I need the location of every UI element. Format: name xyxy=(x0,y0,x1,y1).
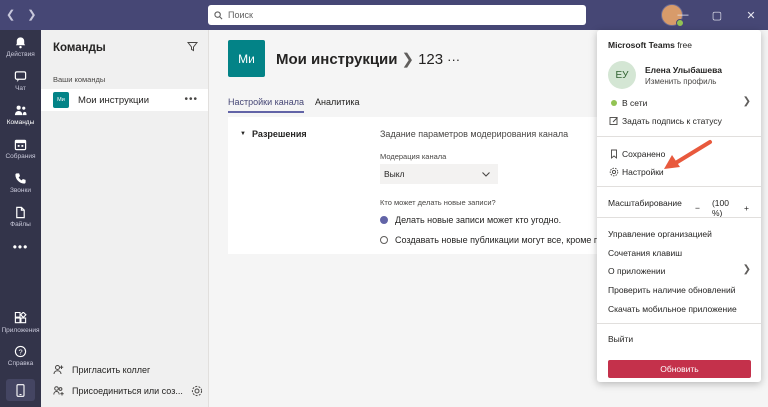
bookmark-icon xyxy=(611,149,617,159)
moderation-dropdown[interactable]: Выкл xyxy=(380,164,498,184)
team-large-avatar: Ми xyxy=(228,40,265,77)
chat-icon xyxy=(14,71,27,83)
set-status-message-item[interactable]: Задать подпись к статусу xyxy=(608,116,722,126)
section-label: Ваши команды xyxy=(53,75,106,84)
radio-option-anyone[interactable]: Делать новые записи может кто угодно. xyxy=(380,215,561,225)
divider xyxy=(597,323,761,324)
appbar-calls[interactable]: Звонки xyxy=(0,172,41,194)
divider xyxy=(597,186,761,187)
permissions-header[interactable]: ▼ Разрешения xyxy=(240,129,307,139)
join-team-icon xyxy=(53,386,64,396)
pane-title: Команды xyxy=(53,42,106,54)
appbar-meetings[interactable]: Собрания xyxy=(0,138,41,160)
zoom-out-icon[interactable]: − xyxy=(695,203,700,213)
chevron-right-icon: ❯ xyxy=(401,51,415,68)
team-title[interactable]: Мои инструкции xyxy=(276,51,398,68)
minimize-icon[interactable]: — xyxy=(666,0,700,30)
manage-org-item[interactable]: Управление организацией xyxy=(608,229,712,239)
close-icon[interactable]: ✕ xyxy=(734,0,768,30)
svg-text:?: ? xyxy=(18,347,22,356)
channel-name: 123 xyxy=(418,51,444,68)
calendar-icon xyxy=(14,139,27,151)
avatar[interactable]: ЕУ xyxy=(608,61,636,89)
settings-item[interactable]: Настройки xyxy=(608,167,664,177)
appbar-apps[interactable]: Приложения xyxy=(0,312,41,334)
divider xyxy=(597,136,761,137)
appbar-help[interactable]: ? Справка xyxy=(0,345,41,367)
check-updates-item[interactable]: Проверить наличие обновлений xyxy=(608,285,735,295)
update-button[interactable]: Обновить xyxy=(608,360,751,378)
tab-analytics[interactable]: Аналитика xyxy=(315,97,360,113)
tab-bar: Настройки канала Аналитика xyxy=(228,97,371,113)
bell-icon xyxy=(15,37,26,49)
apps-icon xyxy=(14,312,27,324)
caret-down-icon: ▼ xyxy=(240,131,246,137)
about-item[interactable]: О приложении xyxy=(608,266,665,276)
forward-arrow-icon[interactable]: ❯ xyxy=(27,9,36,21)
download-mobile-item[interactable]: Скачать мобильное приложение xyxy=(608,304,737,314)
phone-icon xyxy=(15,173,26,184)
sign-out-item[interactable]: Выйти xyxy=(608,334,633,344)
search-icon xyxy=(214,10,223,19)
files-icon xyxy=(16,206,25,219)
permissions-description: Задание параметров модерирования канала xyxy=(380,129,569,139)
appbar-activity[interactable]: Действия xyxy=(0,36,41,58)
edit-icon xyxy=(609,117,618,125)
maximize-icon[interactable]: ▢ xyxy=(700,0,734,30)
channel-more-icon[interactable]: ··· xyxy=(447,52,460,67)
zoom-in-icon[interactable]: + xyxy=(744,203,749,213)
divider xyxy=(597,217,761,218)
search-input[interactable]: Поиск xyxy=(208,5,586,25)
tab-channel-settings[interactable]: Настройки канала xyxy=(228,97,305,113)
gear-icon xyxy=(609,167,619,177)
keyboard-shortcuts-item[interactable]: Сочетания клавиш xyxy=(608,248,682,258)
join-create-team-link[interactable]: Присоединиться или соз... xyxy=(53,385,183,396)
filter-icon[interactable] xyxy=(187,41,198,52)
appbar-files[interactable]: Файлы xyxy=(0,206,41,228)
settings-card: ▼ Разрешения Задание параметров модериро… xyxy=(228,117,611,254)
channel-header: Мои инструкции ❯ 123 ··· xyxy=(276,50,460,68)
edit-profile-link[interactable]: Изменить профиль xyxy=(645,77,716,86)
who-can-post-label: Кто может делать новые записи? xyxy=(380,198,496,207)
user-name: Елена Улыбашева xyxy=(645,65,722,75)
app-name: Microsoft Teams free xyxy=(608,40,692,50)
title-bar: ❮ ❯ Поиск — ▢ ✕ xyxy=(0,0,768,30)
mobile-device-icon[interactable] xyxy=(6,379,35,401)
window-controls: — ▢ ✕ xyxy=(666,0,768,30)
app-bar: Действия Чат Команды Собрания Звонки Фай… xyxy=(0,30,41,407)
team-name: Мои инструкции xyxy=(78,94,150,106)
chevron-down-icon xyxy=(482,172,490,177)
about-chevron-icon: ❯ xyxy=(742,264,751,275)
annotation-arrow-icon xyxy=(664,140,712,169)
teams-pane: Команды Ваши команды Ми Мои инструкции •… xyxy=(41,30,209,407)
team-avatar: Ми xyxy=(53,92,69,108)
help-icon: ? xyxy=(14,345,27,358)
available-status-icon xyxy=(611,100,617,106)
more-options-icon[interactable]: ••• xyxy=(184,94,198,105)
status-item[interactable]: В сети xyxy=(608,98,647,108)
more-apps-icon[interactable]: ••• xyxy=(0,240,41,254)
saved-item[interactable]: Сохранено xyxy=(608,149,665,159)
search-placeholder: Поиск xyxy=(228,10,253,20)
radio-selected[interactable] xyxy=(380,216,388,224)
appbar-teams[interactable]: Команды xyxy=(0,104,41,126)
zoom-label: Масштабирование xyxy=(608,198,682,208)
add-person-icon xyxy=(53,365,64,375)
zoom-value: (100 %) xyxy=(711,198,729,218)
radio-unselected[interactable] xyxy=(380,236,388,244)
status-chevron-icon: ❯ xyxy=(742,96,751,107)
invite-people-link[interactable]: Пригласить коллег xyxy=(53,364,150,375)
plan-label: free xyxy=(677,40,692,50)
zoom-control: − (100 %) + xyxy=(695,198,761,218)
back-arrow-icon[interactable]: ❮ xyxy=(6,9,15,21)
moderation-label: Модерация канала xyxy=(380,152,447,161)
moderation-value: Выкл xyxy=(384,169,405,179)
profile-menu: Microsoft Teams free ЕУ Елена Улыбашева … xyxy=(597,30,761,382)
history-nav: ❮ ❯ xyxy=(6,8,48,21)
appbar-chat[interactable]: Чат xyxy=(0,70,41,92)
radio-option-except-guests[interactable]: Создавать новые публикации могут все, кр… xyxy=(380,235,611,245)
team-item[interactable]: Ми Мои инструкции ••• xyxy=(41,89,208,111)
teams-icon xyxy=(14,105,27,116)
gear-icon[interactable] xyxy=(191,385,203,397)
